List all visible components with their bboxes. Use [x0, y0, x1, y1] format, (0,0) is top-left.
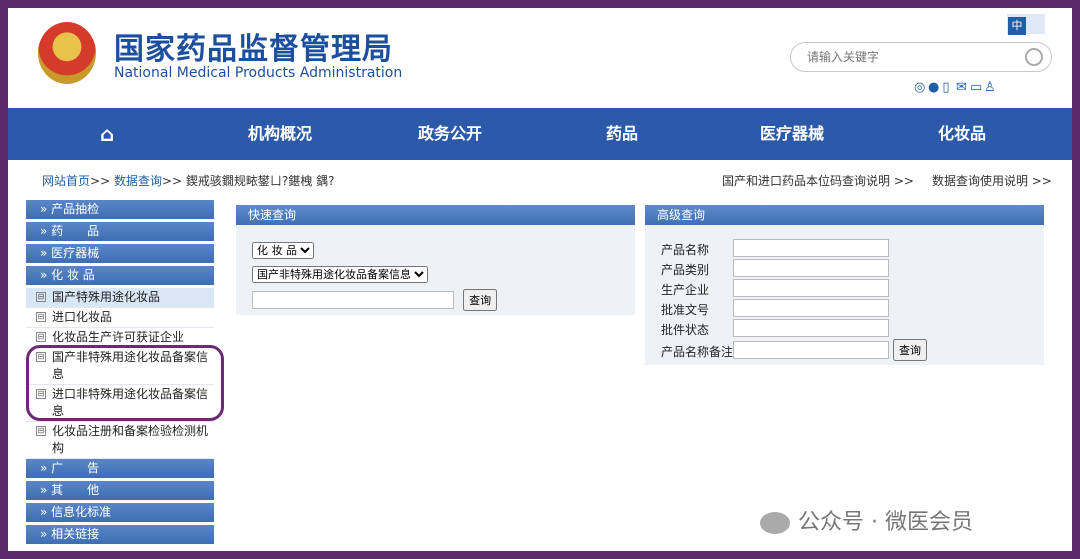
field-label: 产品名称备注	[661, 345, 734, 359]
collapse-icon: ⊟	[36, 426, 46, 436]
ndc-help-link[interactable]: 国产和进口药品本位码查询说明 >>	[722, 174, 914, 188]
breadcrumb-sep: >>	[161, 174, 183, 188]
weibo-icon[interactable]: ◎	[914, 80, 928, 95]
user-icon[interactable]: ♙	[984, 80, 998, 95]
field-approval-status: 批件状态	[661, 319, 889, 338]
breadcrumb-sep: >>	[90, 174, 111, 188]
watermark: 公众号 · 微医会员	[760, 504, 973, 536]
nav-item-cosmetics[interactable]: 化妆品	[938, 108, 986, 160]
field-label: 产品类别	[661, 263, 710, 277]
field-product-remark: 产品名称备注	[661, 341, 889, 360]
nav-item-drugs[interactable]: 药品	[606, 108, 638, 160]
language-switch[interactable]: 中	[1007, 14, 1045, 35]
sidebar-cat-ads[interactable]: » 广 告	[26, 459, 214, 478]
national-emblem-logo	[38, 22, 96, 84]
wechat-logo-icon	[760, 512, 790, 534]
main-nav: ⌂ 机构概况 政务公开 药品 医疗器械 化妆品	[8, 108, 1072, 160]
monitor-icon[interactable]: ▭	[970, 80, 984, 95]
approval-number-input[interactable]	[733, 299, 889, 317]
advanced-search-title: 高级查询	[645, 205, 1044, 225]
help-links: 国产和进口药品本位码查询说明 >> 数据查询使用说明 >>	[722, 172, 1070, 189]
sidebar-cat-links[interactable]: » 相关链接	[26, 525, 214, 544]
field-label: 批准文号	[661, 303, 710, 317]
sidebar-item-testing-institutions[interactable]: ⊟ 化妆品注册和备案检验检测机构	[26, 422, 214, 459]
sidebar-item-label: 化妆品注册和备案检验检测机构	[52, 424, 209, 455]
header: 国家药品监督管理局 National Medical Products Admi…	[8, 8, 1072, 108]
social-icons: ◎●▯✉▭♙	[914, 80, 998, 95]
sidebar-item-label: 进口化妆品	[52, 310, 113, 324]
mobile-icon[interactable]: ▯	[942, 80, 956, 95]
manufacturer-input[interactable]	[733, 279, 889, 297]
advanced-search-button[interactable]: 查询	[893, 339, 927, 361]
search-icon[interactable]	[1025, 48, 1043, 66]
field-label: 产品名称	[661, 243, 710, 257]
collapse-icon: ⊟	[36, 332, 46, 342]
collapse-icon: ⊟	[36, 292, 46, 302]
category-select[interactable]: 化 妆 品	[252, 242, 314, 259]
quick-search-title: 快速查询	[236, 205, 635, 225]
sidebar-cat-standards[interactable]: » 信息化标准	[26, 503, 214, 522]
quick-search-button[interactable]: 查询	[463, 289, 498, 311]
sidebar-cat-cosmetics[interactable]: » 化 妆 品	[26, 266, 214, 285]
collapse-icon: ⊟	[36, 312, 46, 322]
product-name-input[interactable]	[733, 239, 889, 257]
sidebar-item-domestic-special[interactable]: ⊟ 国产特殊用途化妆品	[26, 288, 214, 308]
sidebar-cat-drugs[interactable]: » 药 品	[26, 222, 214, 241]
nav-item-devices[interactable]: 医疗器械	[760, 108, 824, 160]
field-product-name: 产品名称	[661, 239, 889, 258]
breadcrumb-query[interactable]: 数据查询	[114, 174, 162, 188]
field-label: 生产企业	[661, 283, 710, 297]
breadcrumb-home[interactable]: 网站首页	[42, 174, 90, 188]
sidebar-cat-sampling[interactable]: » 产品抽检	[26, 200, 214, 219]
product-category-input[interactable]	[733, 259, 889, 277]
field-product-category: 产品类别	[661, 259, 889, 278]
field-label: 批件状态	[661, 323, 710, 337]
usage-help-link[interactable]: 数据查询使用说明 >>	[932, 174, 1052, 188]
mail-icon[interactable]: ✉	[956, 80, 970, 95]
approval-status-input[interactable]	[733, 319, 889, 337]
advanced-search-panel: 高级查询 产品名称 产品类别 生产企业 批准文号 批件状态 产品名称备注 查询	[645, 205, 1044, 365]
site-title-en: National Medical Products Administration	[114, 65, 403, 81]
lang-cn[interactable]: 中	[1008, 17, 1026, 35]
breadcrumb-current: 鍥戒骇鐗规畩鐢ㄩ?鍖栧 鍝?	[185, 174, 335, 188]
sidebar-cat-devices[interactable]: » 医疗器械	[26, 244, 214, 263]
browser-frame: 国家药品监督管理局 National Medical Products Admi…	[8, 8, 1072, 551]
home-icon[interactable]: ⌂	[100, 108, 114, 160]
sidebar-item-imported[interactable]: ⊟ 进口化妆品	[26, 308, 214, 328]
product-remark-input[interactable]	[733, 341, 889, 359]
sidebar-cat-other[interactable]: » 其 他	[26, 481, 214, 500]
search-input[interactable]	[805, 49, 1019, 65]
field-manufacturer: 生产企业	[661, 279, 889, 298]
quick-search-input[interactable]	[252, 290, 454, 309]
field-approval-number: 批准文号	[661, 299, 889, 318]
watermark-text: 公众号 · 微医会员	[798, 510, 973, 535]
annotation-highlight	[26, 345, 224, 421]
site-title-cn: 国家药品监督管理局	[114, 32, 393, 67]
breadcrumb: 网站首页>> 数据查询>> 鍥戒骇鐗规畩鐢ㄩ?鍖栧 鍝?	[42, 172, 334, 189]
search-box	[790, 42, 1052, 72]
wechat-icon[interactable]: ●	[928, 80, 942, 95]
nav-item-gov[interactable]: 政务公开	[418, 108, 482, 160]
sidebar-item-label: 化妆品生产许可获证企业	[52, 330, 185, 344]
nav-item-org[interactable]: 机构概况	[248, 108, 312, 160]
quick-search-panel: 快速查询 化 妆 品 国产非特殊用途化妆品备案信息 查询	[236, 205, 635, 315]
database-select[interactable]: 国产非特殊用途化妆品备案信息	[252, 266, 428, 283]
sidebar-item-label: 国产特殊用途化妆品	[52, 290, 161, 304]
